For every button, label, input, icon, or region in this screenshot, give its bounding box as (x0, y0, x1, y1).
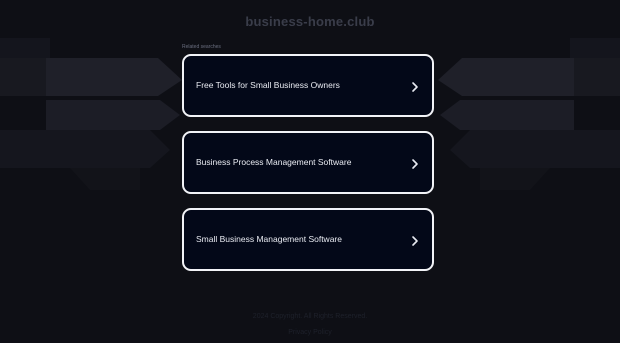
chevron-right-icon (412, 159, 418, 169)
site-domain-title: business-home.club (245, 14, 375, 29)
privacy-policy-link[interactable]: Privacy Policy (0, 329, 620, 336)
related-search-link-2[interactable]: Business Process Management Software (182, 131, 434, 194)
related-search-link-label: Free Tools for Small Business Owners (196, 80, 340, 90)
related-search-link-3[interactable]: Small Business Management Software (182, 208, 434, 271)
related-search-link-label: Small Business Management Software (196, 234, 342, 244)
footer-copyright: 2024 Copyright. All Rights Reserved. (252, 313, 368, 320)
chevron-right-icon (412, 82, 418, 92)
chevron-right-icon (412, 236, 418, 246)
related-searches-label: Related searches (182, 44, 221, 50)
related-search-link-1[interactable]: Free Tools for Small Business Owners (182, 54, 434, 117)
related-search-link-label: Business Process Management Software (196, 157, 352, 167)
